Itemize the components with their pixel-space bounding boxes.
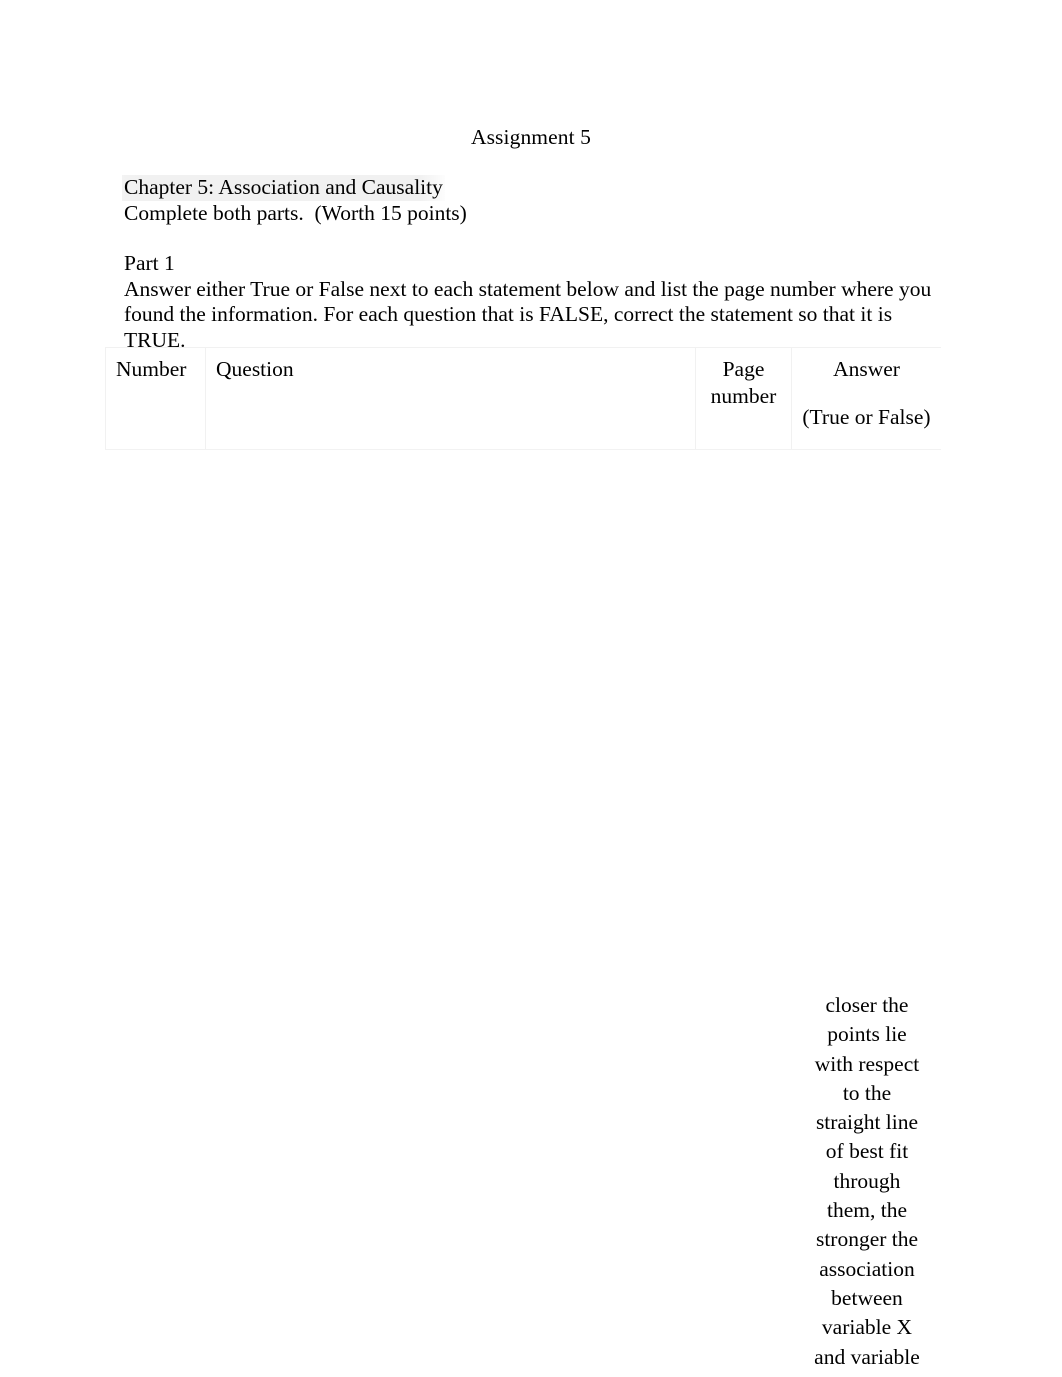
complete-both-parts-line: Complete both parts. (Worth 15 points)	[124, 201, 467, 225]
answer-continued-line: variable X	[821, 1315, 913, 1340]
answer-continued-line: straight line	[815, 1110, 919, 1135]
answer-continued-line: through	[833, 1168, 901, 1193]
table-header-row: Number Question Page number Answer (True…	[105, 347, 941, 450]
part1-instructions-line-2: found the information. For each question…	[124, 302, 893, 352]
table-header-number: Number	[105, 347, 206, 450]
part1-heading: Part 1	[124, 251, 175, 275]
table-header-page-number: Page number	[695, 347, 792, 450]
table-header-answer: Answer (True or False)	[791, 347, 941, 450]
answer-continued-line: stronger the	[815, 1227, 919, 1252]
answer-continued-line: with respect	[814, 1051, 920, 1076]
table-header-question: Question	[205, 347, 696, 450]
questions-table: Number Question Page number Answer (True…	[105, 347, 941, 457]
answer-continued-line: them, the	[826, 1198, 907, 1223]
answer-continued-line: and variable	[814, 1344, 920, 1369]
intro-block: Chapter 5: Association and Causality Com…	[122, 175, 938, 226]
answer-continued-line: closer the	[825, 993, 909, 1017]
answer-continued-line: between	[831, 1285, 903, 1310]
table-header-answer-sub: (True or False)	[802, 405, 931, 429]
chapter-heading-highlighted-text: Chapter 5: Association and Causality	[122, 175, 445, 201]
page-title: Assignment 5	[470, 125, 592, 149]
document-page: Assignment 5 Chapter 5: Association and …	[0, 0, 1062, 1377]
questions-table-inner: Number Question Page number Answer (True…	[105, 347, 941, 450]
answer-continued-line: to the	[842, 1080, 892, 1105]
answer-continued-line: points lie	[827, 1022, 907, 1047]
part1-block: Part 1 Answer either True or False next …	[124, 251, 940, 353]
answer-continued-line: association	[819, 1256, 915, 1281]
chapter-heading-line: Chapter 5: Association and Causality	[122, 175, 938, 201]
part1-instructions-line-1: Answer either True or False next to each…	[124, 276, 932, 301]
table-header-answer-main: Answer	[833, 357, 900, 381]
answer-continued-text: closer the points lie with respect to the st…	[793, 991, 941, 1372]
answer-continued-line: of best fit	[825, 1139, 909, 1164]
